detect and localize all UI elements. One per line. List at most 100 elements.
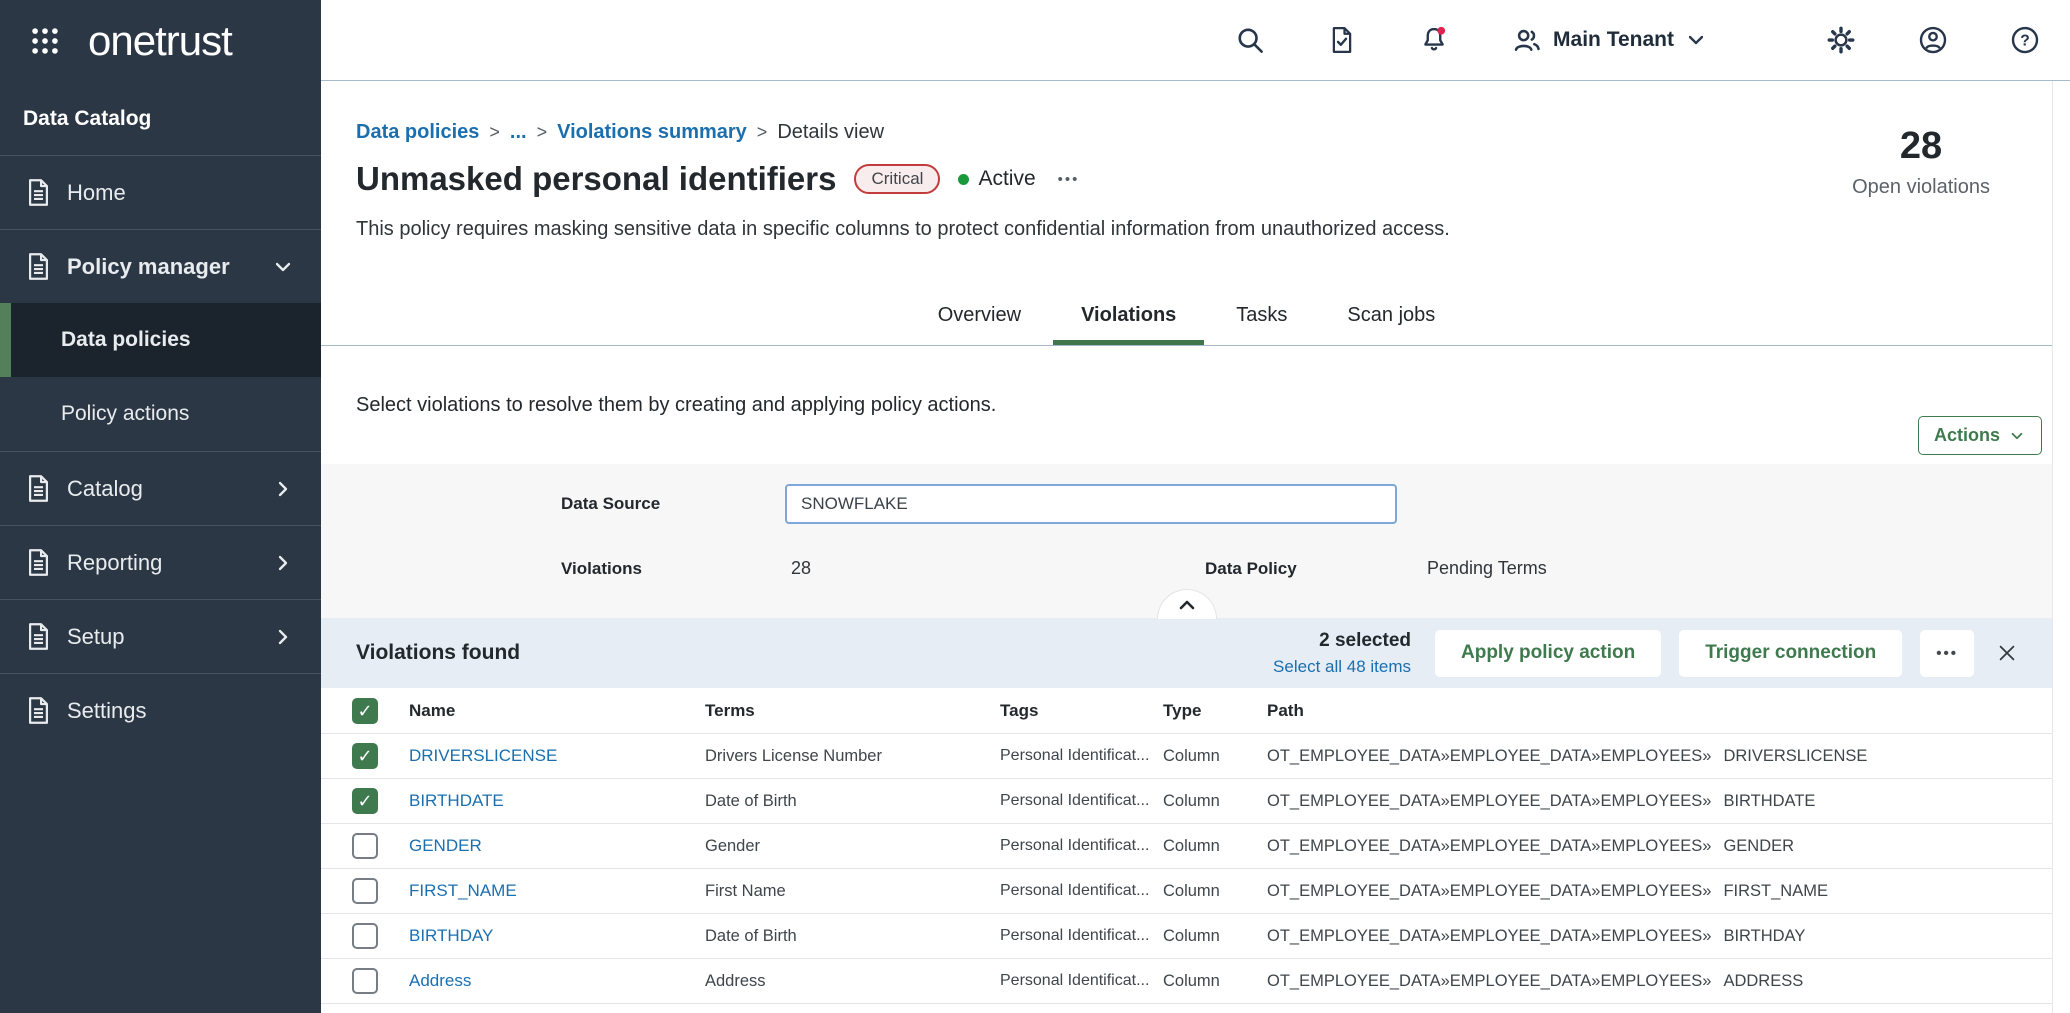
violation-terms: Address [705,972,1000,991]
tenant-name: Main Tenant [1553,28,1674,52]
violation-path: OT_EMPLOYEE_DATA»EMPLOYEE_DATA»EMPLOYEES… [1267,927,2052,946]
row-checkbox[interactable]: ✓ [352,788,378,814]
audit-log-button[interactable] [1327,25,1357,55]
check-icon: ✓ [357,702,372,720]
apply-policy-action-button[interactable]: Apply policy action [1435,630,1661,677]
violation-path: OT_EMPLOYEE_DATA»EMPLOYEE_DATA»EMPLOYEES… [1267,972,2052,991]
violations-count-label: Violations [561,559,642,579]
chevron-right-icon [271,477,295,501]
violation-name-link[interactable]: Address [409,971,471,990]
violation-name-link[interactable]: BIRTHDAY [409,926,493,945]
app-title: Data Catalog [0,81,321,155]
help-button[interactable] [2010,25,2040,55]
violation-type: Column [1163,837,1267,856]
breadcrumb-data-policies[interactable]: Data policies [356,121,479,144]
instruction-row: Select violations to resolve them by cre… [321,346,2052,464]
violation-name-link[interactable]: FIRST_NAME [409,881,517,900]
breadcrumb-violations-summary[interactable]: Violations summary [557,121,747,144]
document-icon [23,473,54,504]
sidebar-item-settings[interactable]: Settings [0,673,321,747]
violation-type: Column [1163,927,1267,946]
sidebar-item-label: Catalog [67,476,143,502]
sidebar-item-policy-actions[interactable]: Policy actions [0,377,321,451]
user-icon [1918,25,1948,55]
violation-terms: Drivers License Number [705,747,1000,766]
chevron-down-icon [1684,28,1708,52]
chevron-right-icon [271,551,295,575]
status-label: Active [978,167,1035,191]
actions-button-label: Actions [1934,425,2000,446]
violation-name-link[interactable]: DRIVERSLICENSE [409,746,557,765]
column-header-tags: Tags [1000,701,1163,721]
document-icon [23,177,54,208]
sidebar-item-label: Setup [67,624,125,650]
content: Data policies > ... > Violations summary… [321,81,2052,1013]
check-icon: ✓ [357,792,372,810]
sidebar-item-catalog[interactable]: Catalog [0,451,321,525]
violation-type: Column [1163,972,1267,991]
sidebar-item-home[interactable]: Home [0,155,321,229]
document-icon [23,547,54,578]
violation-path: OT_EMPLOYEE_DATA»EMPLOYEE_DATA»EMPLOYEES… [1267,837,2052,856]
tenant-switcher[interactable]: Main Tenant [1511,24,1708,56]
document-check-icon [1327,25,1357,55]
select-all-link[interactable]: Select all 48 items [1273,657,1411,677]
data-source-input[interactable] [785,484,1397,524]
tab-scan-jobs[interactable]: Scan jobs [1345,298,1437,345]
column-header-path: Path [1267,701,2052,721]
scrollbar-gutter[interactable] [2052,81,2070,1013]
violation-type: Column [1163,747,1267,766]
title-more-menu[interactable]: ••• [1058,171,1080,188]
row-checkbox[interactable]: ✓ [352,878,378,904]
violation-tags: Personal Identificat... [1000,882,1163,900]
violation-terms: Date of Birth [705,792,1000,811]
open-violations-label: Open violations [1852,176,1990,199]
row-checkbox[interactable]: ✓ [352,968,378,994]
violations-table-body: ✓ DRIVERSLICENSE Drivers License Number … [321,734,2052,1004]
results-more-button[interactable]: ••• [1920,630,1974,677]
search-icon [1235,25,1265,55]
people-icon [1511,24,1543,56]
violation-path: OT_EMPLOYEE_DATA»EMPLOYEE_DATA»EMPLOYEES… [1267,747,2052,766]
select-all-checkbox[interactable]: ✓ [352,698,378,724]
row-checkbox[interactable]: ✓ [352,743,378,769]
table-row: ✓ Address Address Personal Identificat..… [321,959,2052,1004]
top-bar: Main Tenant [321,0,2070,81]
account-button[interactable] [1918,25,1948,55]
chevron-up-icon [1175,593,1199,617]
actions-button[interactable]: Actions [1918,416,2042,455]
row-checkbox[interactable]: ✓ [352,833,378,859]
table-row: ✓ BIRTHDAY Date of Birth Personal Identi… [321,914,2052,959]
instruction-text: Select violations to resolve them by cre… [356,394,2052,417]
table-row: ✓ GENDER Gender Personal Identificat... … [321,824,2052,869]
notifications-button[interactable] [1419,25,1449,55]
open-violations-stat: 28 Open violations [1852,125,1990,199]
violation-tags: Personal Identificat... [1000,792,1163,810]
settings-button[interactable] [1826,25,1856,55]
breadcrumb-ellipsis[interactable]: ... [510,121,527,144]
sidebar-item-setup[interactable]: Setup [0,599,321,673]
logo: onetrust [0,0,321,81]
sidebar-item-label: Settings [67,698,147,724]
search-button[interactable] [1235,25,1265,55]
document-icon [23,621,54,652]
violation-name-link[interactable]: BIRTHDATE [409,791,504,810]
sidebar-item-reporting[interactable]: Reporting [0,525,321,599]
tab-overview[interactable]: Overview [936,298,1023,345]
document-icon [23,695,54,726]
trigger-connection-button[interactable]: Trigger connection [1679,630,1902,677]
sidebar-item-data-policies[interactable]: Data policies [0,303,321,377]
close-selection-button[interactable] [1992,638,2022,668]
sidebar-item-policy-manager[interactable]: Policy manager [0,229,321,303]
row-checkbox[interactable]: ✓ [352,923,378,949]
app-launcher-grid-icon[interactable] [28,24,62,58]
open-violations-count: 28 [1852,125,1990,168]
table-row: ✓ FIRST_NAME First Name Personal Identif… [321,869,2052,914]
tab-violations[interactable]: Violations [1079,298,1178,345]
violation-tags: Personal Identificat... [1000,747,1163,765]
main-area: Main Tenant Data policies > ... > Violat… [321,0,2070,1013]
status-badge: Active [958,167,1035,191]
violation-name-link[interactable]: GENDER [409,836,482,855]
tab-tasks[interactable]: Tasks [1234,298,1289,345]
close-icon [1996,642,2018,664]
